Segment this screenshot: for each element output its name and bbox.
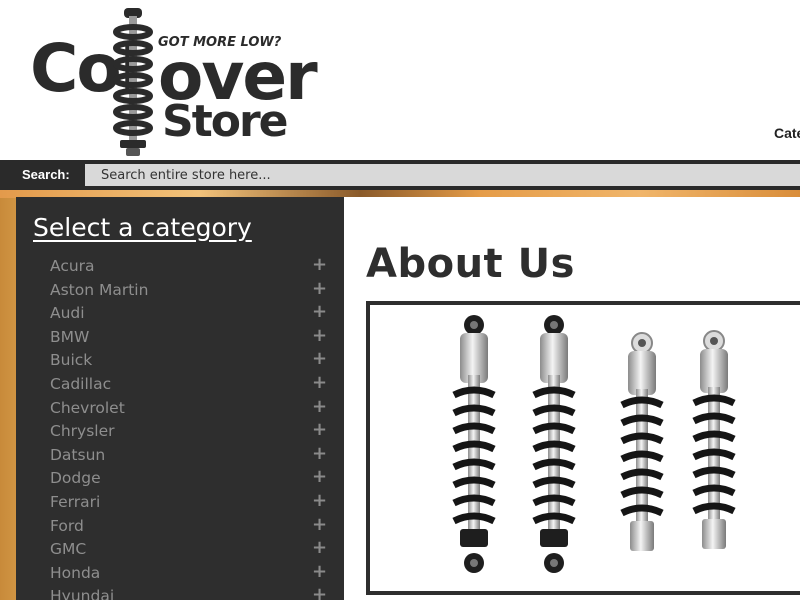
search-bar: Search: [0, 160, 800, 190]
plus-icon[interactable]: + [312, 443, 327, 464]
category-label[interactable]: BMW [50, 328, 89, 346]
category-label[interactable]: Chrysler [50, 422, 114, 440]
category-item[interactable]: Dodge + [16, 466, 344, 490]
category-item[interactable]: Chrysler + [16, 419, 344, 443]
search-label: Search: [22, 167, 70, 182]
nav-categories-link[interactable]: Cate [774, 125, 800, 141]
coilover-shocks-image [452, 315, 736, 573]
main-content: About Us [344, 197, 800, 600]
shock-absorber-1 [452, 315, 496, 573]
category-label[interactable]: Buick [50, 351, 92, 369]
category-label[interactable]: Hyundai [50, 587, 114, 600]
plus-icon[interactable]: + [312, 561, 327, 582]
shock-absorber-2 [532, 315, 576, 573]
plus-icon[interactable]: + [312, 584, 327, 600]
logo-coil-icon [113, 8, 153, 156]
category-item[interactable]: Honda + [16, 561, 344, 585]
site-header: Coi GOT MORE LOW? over Store Cate [0, 0, 800, 160]
category-item[interactable]: GMC + [16, 537, 344, 561]
plus-icon[interactable]: + [312, 396, 327, 417]
plus-icon[interactable]: + [312, 490, 327, 511]
category-item[interactable]: BMW + [16, 325, 344, 349]
shock-absorber-4 [692, 330, 736, 549]
category-item[interactable]: Buick + [16, 348, 344, 372]
category-label[interactable]: Chevrolet [50, 399, 125, 417]
category-item[interactable]: Ford + [16, 514, 344, 538]
category-list: Acura + Aston Martin + Audi + BMW + Buick + C… [16, 254, 344, 600]
sidebar-title[interactable]: Select a category [33, 213, 252, 242]
plus-icon[interactable]: + [312, 514, 327, 535]
search-input[interactable] [85, 164, 800, 186]
category-label[interactable]: Acura [50, 257, 95, 275]
plus-icon[interactable]: + [312, 301, 327, 322]
category-label[interactable]: Aston Martin [50, 281, 148, 299]
category-item[interactable]: Ferrari + [16, 490, 344, 514]
category-item[interactable]: Acura + [16, 254, 344, 278]
plus-icon[interactable]: + [312, 278, 327, 299]
category-sidebar: Select a category Acura + Aston Martin + A… [16, 197, 344, 600]
category-label[interactable]: Cadillac [50, 375, 111, 393]
logo-word-bottom: Store [162, 96, 288, 147]
category-label[interactable]: Ford [50, 517, 84, 535]
category-label[interactable]: Audi [50, 304, 85, 322]
plus-icon[interactable]: + [312, 325, 327, 346]
category-item[interactable]: Chevrolet + [16, 396, 344, 420]
category-label[interactable]: Honda [50, 564, 100, 582]
plus-icon[interactable]: + [312, 372, 327, 393]
category-label[interactable]: Dodge [50, 469, 101, 487]
shock-absorber-3 [620, 332, 664, 551]
page-title: About Us [366, 241, 575, 287]
category-label[interactable]: Datsun [50, 446, 105, 464]
plus-icon[interactable]: + [312, 348, 327, 369]
category-item[interactable]: Datsun + [16, 443, 344, 467]
plus-icon[interactable]: + [312, 419, 327, 440]
plus-icon[interactable]: + [312, 254, 327, 275]
category-label[interactable]: Ferrari [50, 493, 100, 511]
category-item[interactable]: Aston Martin + [16, 278, 344, 302]
category-item[interactable]: Audi + [16, 301, 344, 325]
plus-icon[interactable]: + [312, 537, 327, 558]
category-label[interactable]: GMC [50, 540, 86, 558]
plus-icon[interactable]: + [312, 466, 327, 487]
site-logo[interactable]: Coi GOT MORE LOW? over Store [30, 8, 318, 156]
category-item[interactable]: Hyundai + [16, 584, 344, 600]
category-item[interactable]: Cadillac + [16, 372, 344, 396]
product-image-frame [366, 301, 800, 595]
